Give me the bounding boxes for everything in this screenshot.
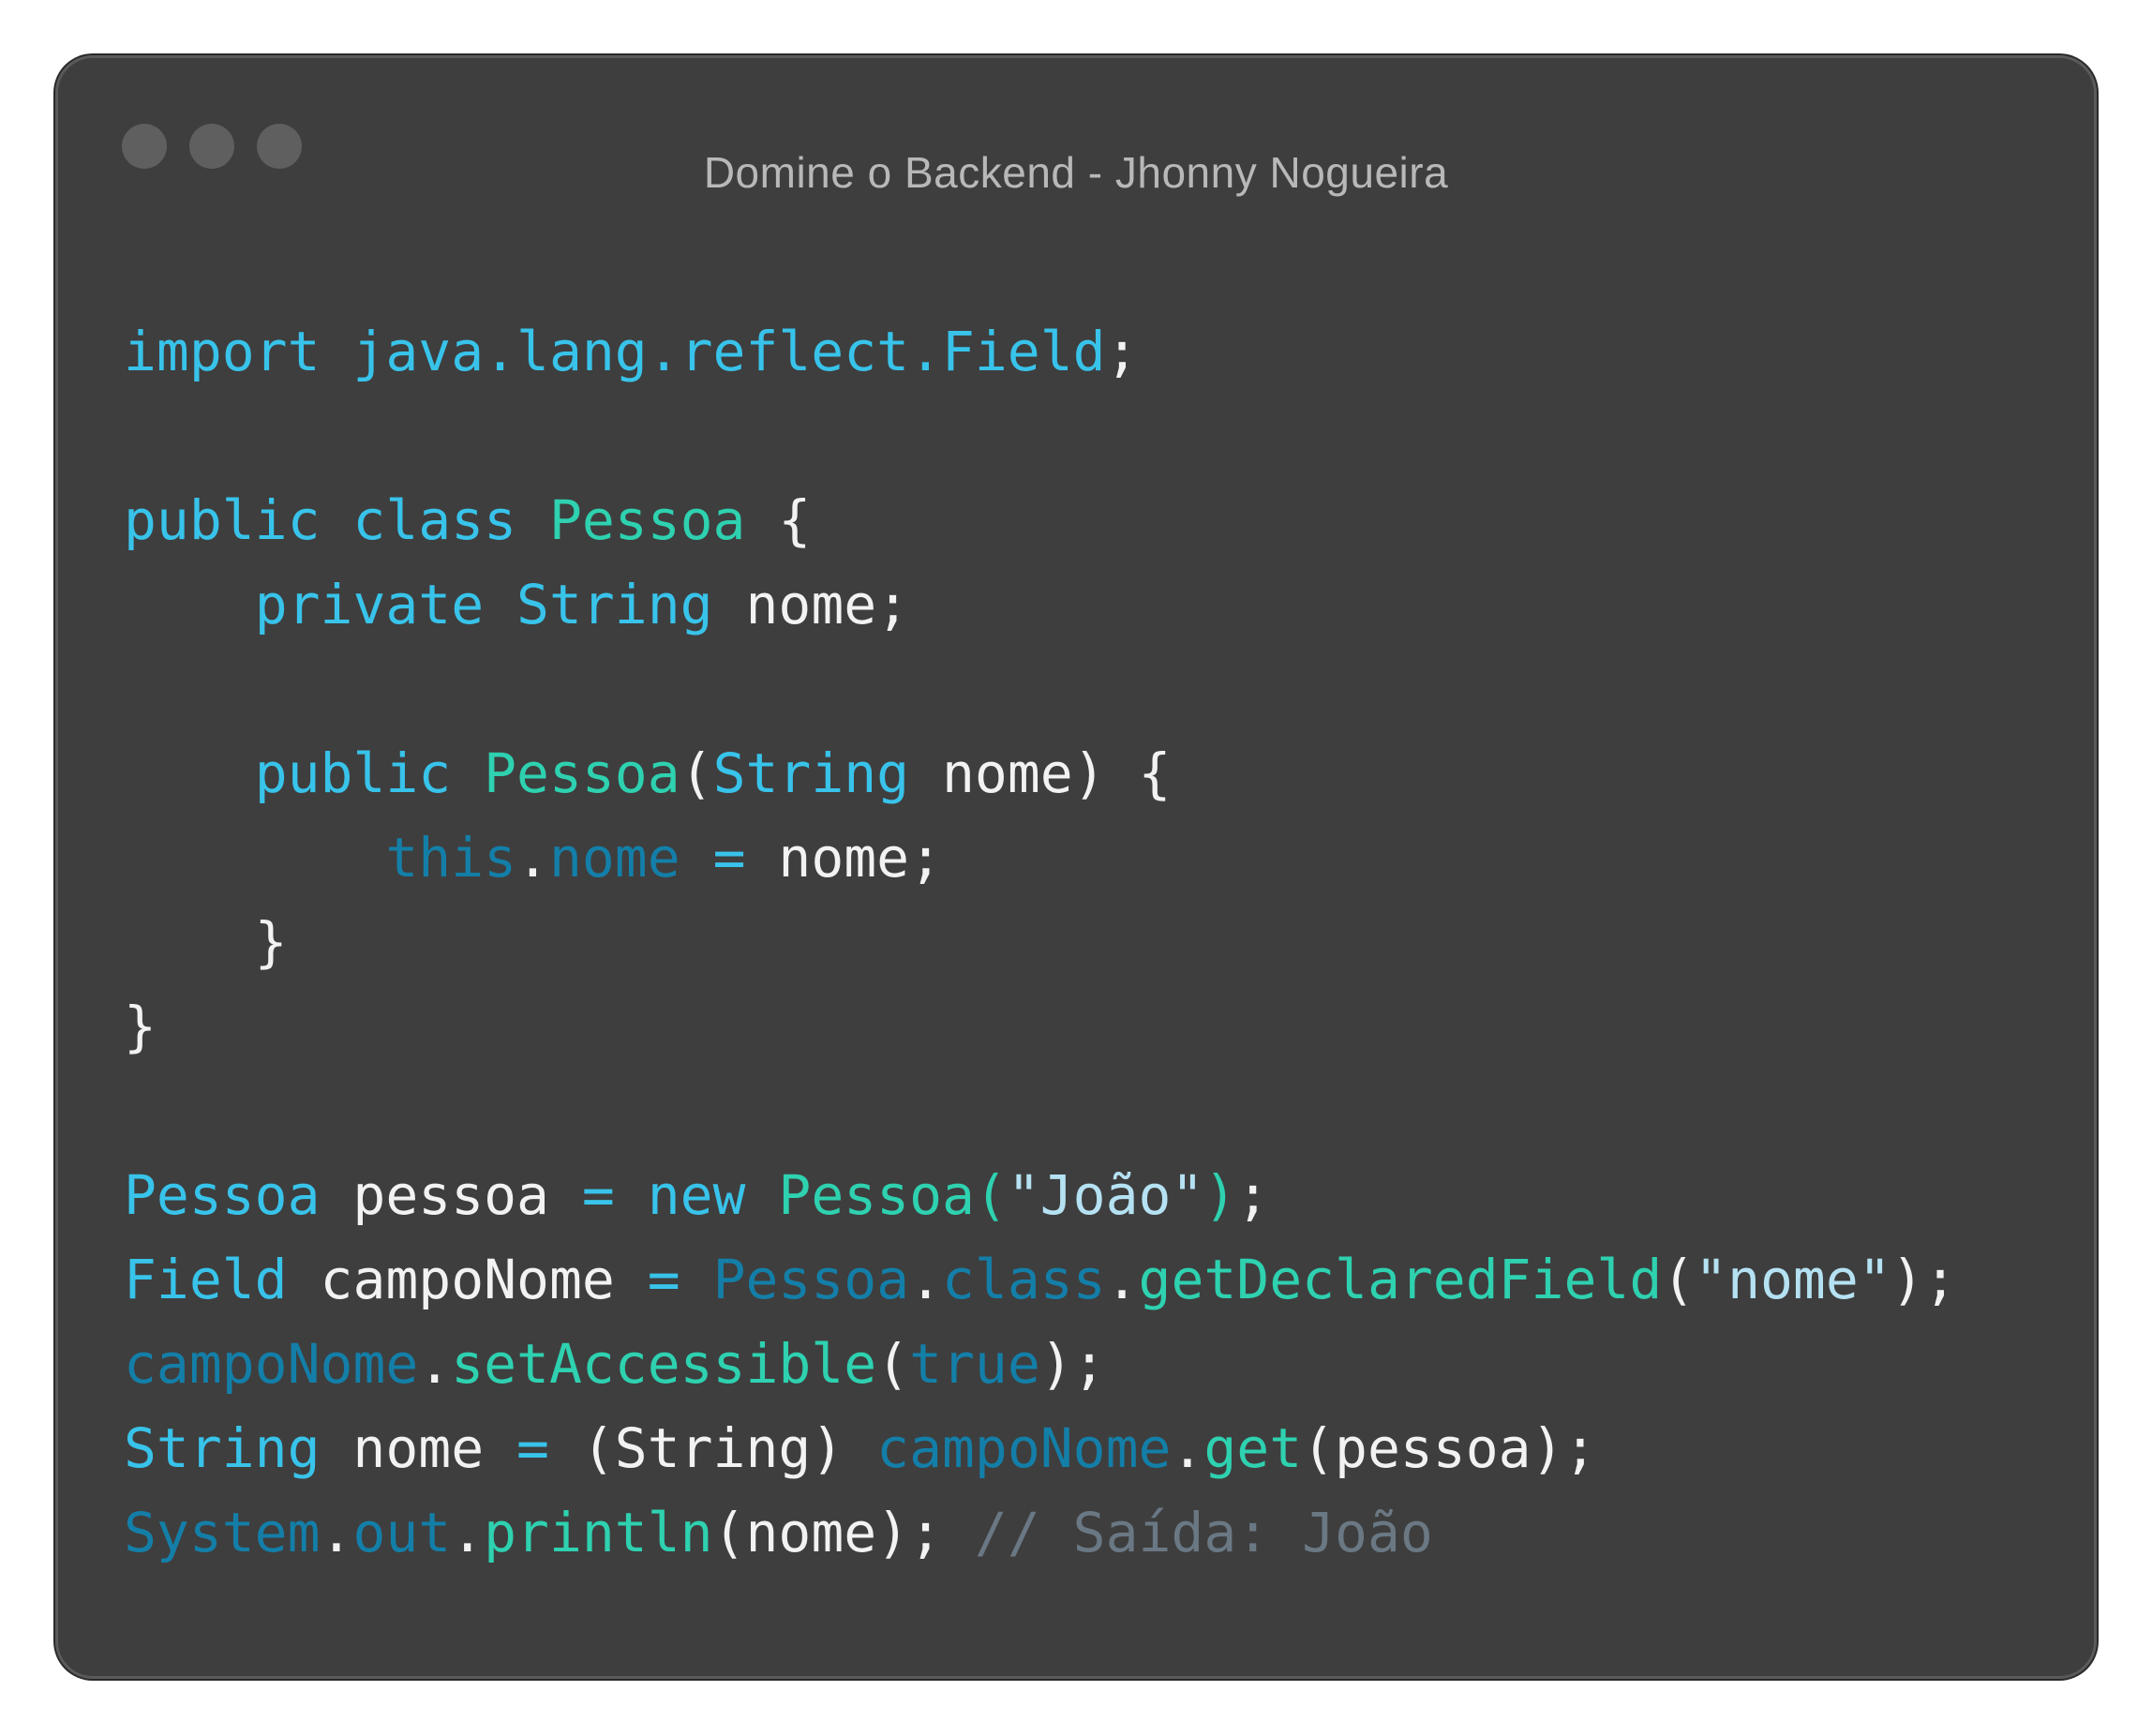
code-line: String nome = (String) campoNome.get(pes… [124, 1406, 1957, 1490]
code-token: get [1203, 1416, 1303, 1480]
code-token: ; [1236, 1163, 1270, 1227]
code-token: nome; [712, 573, 910, 636]
code-line: } [124, 900, 1957, 984]
code-token: ( [1662, 1248, 1696, 1311]
title-bar: Domine o Backend - Jhonny Nogueira [58, 58, 2094, 246]
code-token: nome; [778, 826, 943, 890]
code-token: ); [1890, 1248, 1957, 1311]
code-token: Pessoa( [778, 1163, 1008, 1227]
code-token: ); [1039, 1332, 1106, 1396]
code-token: . [418, 1332, 452, 1396]
code-line: System.out.println(nome); // Saída: João [124, 1490, 1957, 1575]
code-token: = [581, 1163, 648, 1227]
code-token: import java.lang.reflect.Field [124, 320, 1106, 383]
code-token: (String) [581, 1416, 877, 1480]
code-token: . [909, 1248, 942, 1311]
code-token: = [680, 826, 779, 890]
code-block: import java.lang.reflect.Field; public c… [124, 309, 1957, 1575]
code-line: this.nome = nome; [124, 816, 1957, 900]
code-token: Pessoa [484, 741, 680, 805]
code-token: true [909, 1332, 1040, 1396]
code-token: ) [1203, 1163, 1237, 1227]
code-token: new [647, 1163, 779, 1227]
code-token: . [451, 1501, 485, 1564]
code-line: Field campoNome = Pessoa.class.getDeclar… [124, 1237, 1957, 1322]
code-token: . [516, 826, 549, 890]
code-token: campoNome [124, 1332, 419, 1396]
code-line: Pessoa pessoa = new Pessoa("João"); [124, 1153, 1957, 1237]
code-token: nome [320, 1416, 517, 1480]
code-line: public Pessoa(String nome) { [124, 731, 1957, 816]
code-token: setAccessible [451, 1332, 877, 1396]
code-line: campoNome.setAccessible(true); [124, 1322, 1957, 1406]
code-token: Pessoa [124, 1163, 321, 1227]
code-token: String [516, 573, 713, 636]
code-token: "nome" [1695, 1248, 1891, 1311]
code-token: private [254, 573, 517, 636]
code-line: import java.lang.reflect.Field; [124, 309, 1957, 394]
code-token: (nome); [712, 1501, 975, 1564]
code-token: String [712, 741, 910, 805]
window-title: Domine o Backend - Jhonny Nogueira [703, 148, 1449, 197]
code-token: campoNome [876, 1416, 1172, 1480]
code-token: // Saída: João [974, 1501, 1433, 1564]
code-token: (pessoa); [1302, 1416, 1597, 1480]
code-token: out [352, 1501, 452, 1564]
code-token: println [484, 1501, 713, 1564]
code-window: Domine o Backend - Jhonny Nogueira impor… [55, 55, 2097, 1679]
code-token: { [745, 488, 812, 552]
code-token: nome) { [909, 741, 1172, 805]
code-token: getDeclaredField [1138, 1248, 1663, 1311]
code-token: ( [876, 1332, 910, 1396]
code-token: Pessoa [548, 488, 746, 552]
code-token: . [1105, 1248, 1139, 1311]
code-token: public [254, 741, 485, 805]
code-token: . [320, 1501, 353, 1564]
code-token: Pessoa [712, 1248, 910, 1311]
code-token: this [385, 826, 517, 890]
code-token: public class [124, 488, 549, 552]
code-token: . [1171, 1416, 1204, 1480]
code-token: System [124, 1501, 321, 1564]
code-token: Field [124, 1248, 288, 1311]
code-line: public class Pessoa { [124, 478, 1957, 562]
code-token: = [647, 1248, 713, 1311]
code-token: campoNome [287, 1248, 648, 1311]
code-token: pessoa [320, 1163, 582, 1227]
code-token: } [124, 910, 288, 974]
code-token: ( [680, 741, 713, 805]
code-token: class [942, 1248, 1106, 1311]
code-token: "João" [1007, 1163, 1204, 1227]
code-token: = [516, 1416, 582, 1480]
code-token: } [124, 995, 157, 1058]
code-token: String [124, 1416, 321, 1480]
code-token: ; [1105, 320, 1139, 383]
code-line: } [124, 984, 1957, 1069]
code-token: nome [548, 826, 680, 890]
code-line: private String nome; [124, 562, 1957, 647]
